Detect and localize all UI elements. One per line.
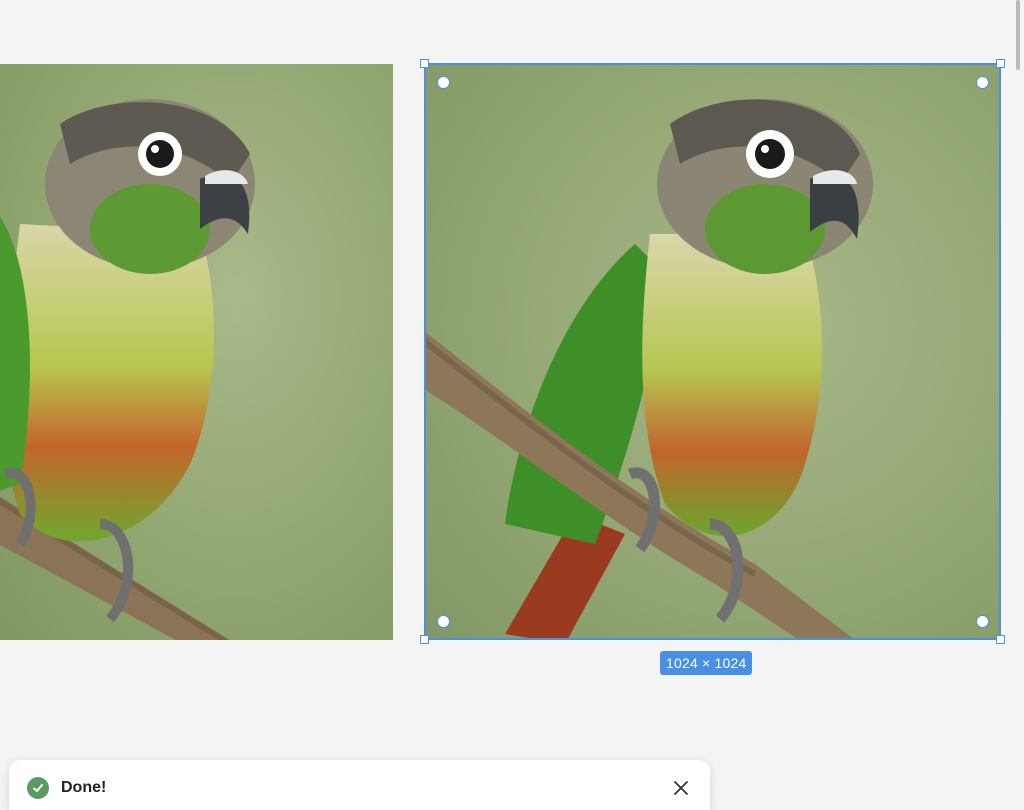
editor-canvas: 1024 × 1024 Done! — [0, 0, 1024, 810]
image-left[interactable] — [0, 64, 393, 640]
check-circle-icon — [27, 777, 49, 799]
resize-handle-top-right[interactable] — [996, 59, 1005, 68]
corner-handle-top-right[interactable] — [976, 76, 989, 89]
vertical-scrollbar[interactable] — [1016, 0, 1020, 70]
corner-handle-top-left[interactable] — [437, 76, 450, 89]
resize-handle-top-left[interactable] — [420, 59, 429, 68]
corner-handle-bottom-right[interactable] — [976, 615, 989, 628]
corner-handle-bottom-left[interactable] — [437, 615, 450, 628]
toast-message: Done! — [61, 779, 107, 796]
parrot-image-left — [0, 64, 393, 640]
toast-notification: Done! — [9, 760, 710, 810]
resize-handle-bottom-left[interactable] — [420, 635, 429, 644]
resize-handle-bottom-right[interactable] — [996, 635, 1005, 644]
image-size-badge: 1024 × 1024 — [660, 651, 753, 675]
image-right[interactable] — [425, 64, 1001, 640]
close-icon[interactable] — [670, 777, 692, 799]
parrot-image-right — [425, 64, 1001, 640]
